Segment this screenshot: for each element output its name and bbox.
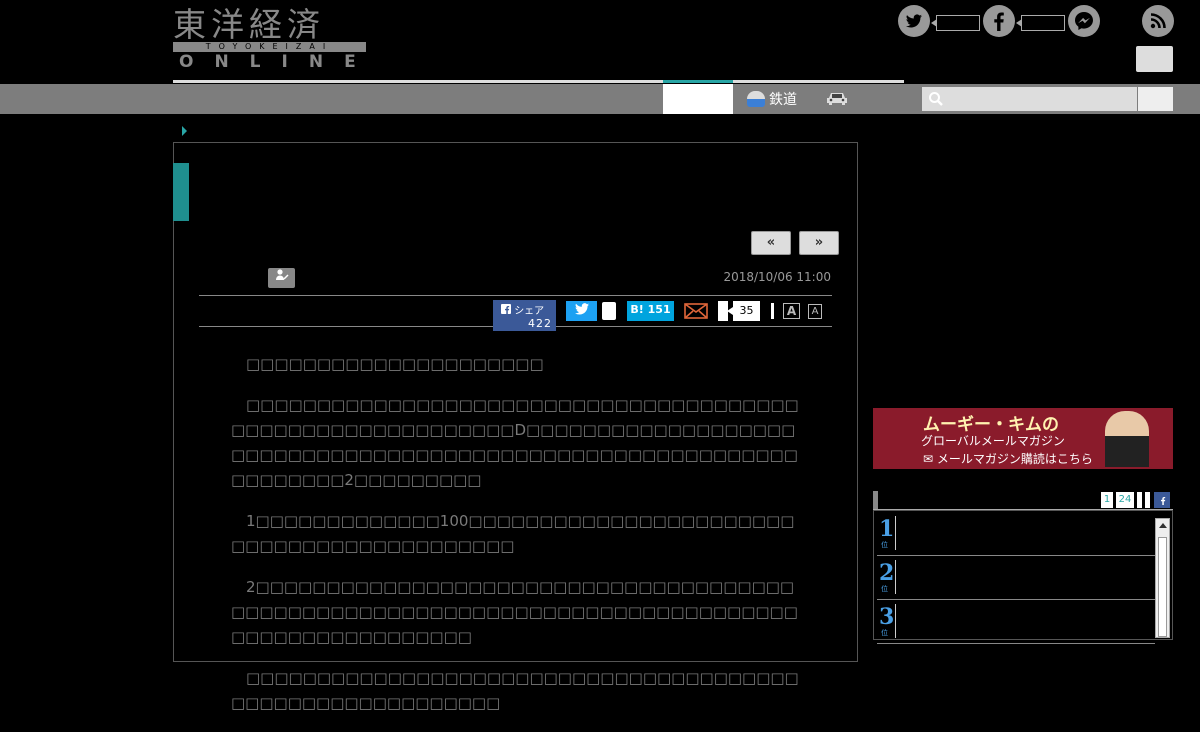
prev-page-button[interactable]: « bbox=[751, 231, 791, 255]
logo-band: TOYOKEIZAI bbox=[173, 42, 366, 52]
ranking-suffix: 位 bbox=[881, 541, 888, 549]
ranking-item[interactable]: 2 位 bbox=[877, 556, 1155, 600]
facebook-count-bubble bbox=[1016, 15, 1065, 31]
banner-cta: ✉ メールマガジン購読はこちら bbox=[923, 452, 1093, 466]
messenger-icon bbox=[1068, 5, 1100, 37]
hatena-count: 151 bbox=[647, 303, 671, 316]
search-icon bbox=[928, 91, 944, 107]
facebook-icon bbox=[983, 5, 1015, 37]
ranking-tab-24h[interactable]: 24 bbox=[1116, 492, 1134, 508]
ranking-divider bbox=[895, 604, 896, 638]
ranking-tab-1h[interactable]: 1 bbox=[1101, 492, 1113, 508]
ranking-divider bbox=[895, 516, 896, 550]
scroll-thumb[interactable] bbox=[1158, 537, 1167, 637]
scroll-up-icon[interactable] bbox=[1159, 523, 1167, 528]
twitter-share-button[interactable] bbox=[566, 301, 597, 321]
share-rule-top bbox=[199, 295, 832, 296]
facebook-small-icon bbox=[501, 304, 511, 314]
facebook-share-button[interactable]: シェア 422 bbox=[493, 300, 556, 331]
font-size-small-button[interactable]: A bbox=[808, 304, 822, 319]
nav-top-line bbox=[173, 80, 904, 83]
twitter-share-count bbox=[602, 302, 616, 320]
twitter-icon bbox=[898, 5, 930, 37]
ranking-tab-a[interactable] bbox=[1137, 492, 1142, 508]
twitter-count-bubble bbox=[931, 15, 980, 31]
logo-kanji: 東洋経済 bbox=[173, 5, 325, 44]
ranking-number: 2 bbox=[879, 560, 895, 586]
article-paragraph: □□□□□□□□□□□□□□□□□□□□□□□□□□□□□□□□□□□□□□□□… bbox=[231, 396, 799, 489]
ranking-divider bbox=[895, 560, 896, 594]
article-body: □□□□□□□□□□□□□□□□□□□□□ □□□□□□□□□□□□□□□□□□… bbox=[231, 352, 801, 732]
nav-line-accent bbox=[663, 80, 733, 83]
ranking-scrollbar[interactable] bbox=[1155, 518, 1170, 638]
hatena-icon: B! bbox=[630, 303, 644, 316]
mail-share-icon[interactable] bbox=[684, 303, 708, 319]
train-icon bbox=[747, 91, 765, 107]
font-size-large-button[interactable]: A bbox=[783, 303, 800, 319]
breadcrumb-arrow-icon bbox=[182, 126, 187, 136]
facebook-tab-icon bbox=[1161, 497, 1166, 505]
ranking-item[interactable]: 1 位 bbox=[877, 512, 1155, 556]
banner-portrait bbox=[1105, 411, 1149, 467]
ranking-tab-facebook[interactable] bbox=[1154, 492, 1170, 508]
article-paragraph: □□□□□□□□□□□□□□□□□□□□□□□□□□□□□□□□□□□□□□□□… bbox=[231, 669, 799, 712]
banner-subtitle: グローバルメールマガジン bbox=[921, 434, 1065, 448]
article-title-marker bbox=[173, 163, 189, 221]
nav-tab-rail[interactable]: 鉄道 bbox=[747, 88, 797, 110]
next-page-button[interactable]: » bbox=[799, 231, 839, 255]
facebook-share-count: 422 bbox=[528, 317, 552, 330]
search-button[interactable] bbox=[1138, 87, 1173, 111]
ranking-item[interactable]: 3 位 bbox=[877, 600, 1155, 644]
search-input[interactable] bbox=[922, 87, 1137, 111]
toolbar-divider bbox=[771, 303, 774, 319]
car-icon bbox=[827, 93, 847, 105]
nav-tab-car[interactable] bbox=[825, 90, 849, 106]
hatena-bookmark-button[interactable]: B! 151 bbox=[627, 301, 674, 321]
ranking-header-marker bbox=[873, 491, 878, 509]
nav-tab-active[interactable] bbox=[663, 84, 733, 114]
twitter-small-icon bbox=[574, 303, 589, 315]
site-logo[interactable]: 東洋経済 TOYOKEIZAI ONLINE bbox=[173, 6, 366, 72]
ranking-number: 3 bbox=[879, 604, 895, 630]
article-date: 2018/10/06 11:00 bbox=[723, 270, 831, 284]
facebook-share-label: シェア bbox=[501, 304, 544, 317]
ranking-suffix: 位 bbox=[881, 585, 888, 593]
ranking-tab-b[interactable] bbox=[1145, 492, 1150, 508]
newsletter-banner[interactable]: ムーギー・キムの グローバルメールマガジン ✉ メールマガジン購読はこちら bbox=[873, 408, 1173, 469]
comment-count[interactable]: 35 bbox=[727, 301, 760, 321]
rss-icon bbox=[1142, 5, 1174, 37]
logo-online: ONLINE bbox=[179, 52, 377, 72]
member-button[interactable] bbox=[1136, 46, 1173, 72]
ranking-number: 1 bbox=[879, 516, 895, 542]
author-icon[interactable] bbox=[268, 268, 295, 288]
nav-tab-rail-label: 鉄道 bbox=[769, 92, 797, 108]
article-paragraph: 1□□□□□□□□□□□□□100□□□□□□□□□□□□□□□□□□□□□□□… bbox=[231, 512, 795, 555]
article-paragraph: □□□□□□□□□□□□□□□□□□□□□ bbox=[231, 355, 544, 373]
article-paragraph: 2□□□□□□□□□□□□□□□□□□□□□□□□□□□□□□□□□□□□□□□… bbox=[231, 578, 798, 646]
